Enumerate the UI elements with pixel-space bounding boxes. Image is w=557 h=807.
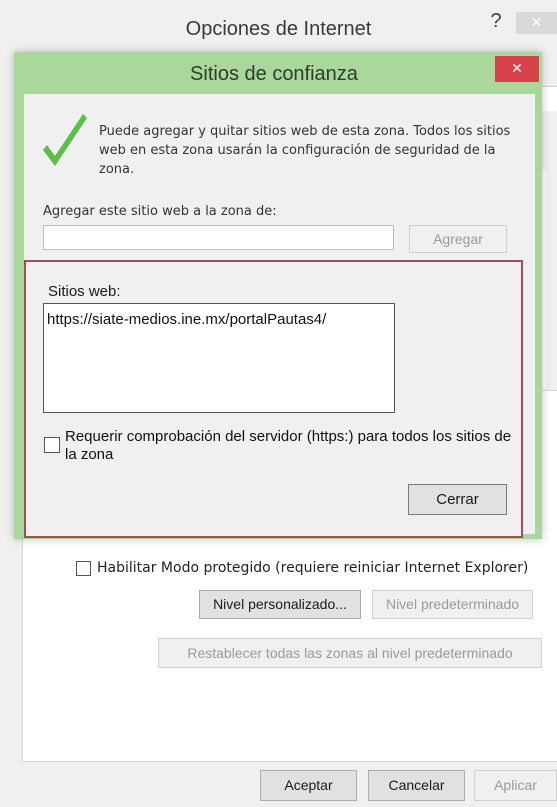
add-site-label: Agregar este sitio web a la zona de: <box>43 204 277 219</box>
protected-mode-label: Habilitar Modo protegido (requiere reini… <box>97 560 529 576</box>
cancel-button[interactable]: Cancelar <box>368 770 465 801</box>
websites-list[interactable]: https://siate-medios.ine.mx/portalPautas… <box>43 303 395 413</box>
custom-level-button[interactable]: Nivel personalizado... <box>199 590 361 619</box>
dialog-close-button[interactable]: ✕ <box>495 56 539 82</box>
require-https-checkbox[interactable] <box>44 437 60 453</box>
add-site-button[interactable]: Agregar <box>409 225 507 253</box>
websites-label: Sitios web: <box>48 283 121 300</box>
close-dialog-button[interactable]: Cerrar <box>408 484 507 515</box>
dialog-title: Sitios de confianza <box>190 63 358 85</box>
default-level-button[interactable]: Nivel predeterminado <box>372 590 533 619</box>
require-https-label: Requerir comprobación del servidor (http… <box>65 428 512 463</box>
list-item[interactable]: https://siate-medios.ine.mx/portalPautas… <box>47 311 326 328</box>
accept-button[interactable]: Aceptar <box>260 770 357 801</box>
reset-all-zones-button[interactable]: Restablecer todas las zonas al nivel pre… <box>158 638 542 668</box>
apply-button[interactable]: Aplicar <box>474 770 557 801</box>
help-icon[interactable]: ? <box>484 10 508 38</box>
check-mark-icon <box>43 114 87 166</box>
internet-options-title: Opciones de Internet <box>185 18 372 40</box>
add-site-input[interactable] <box>43 225 394 250</box>
internet-options-titlebar: Opciones de Internet ? ✕ <box>0 0 557 52</box>
zone-info-text: Puede agregar y quitar sitios web de est… <box>99 124 511 177</box>
protected-mode-checkbox[interactable] <box>76 561 91 576</box>
internet-options-close-button[interactable]: ✕ <box>516 12 557 34</box>
